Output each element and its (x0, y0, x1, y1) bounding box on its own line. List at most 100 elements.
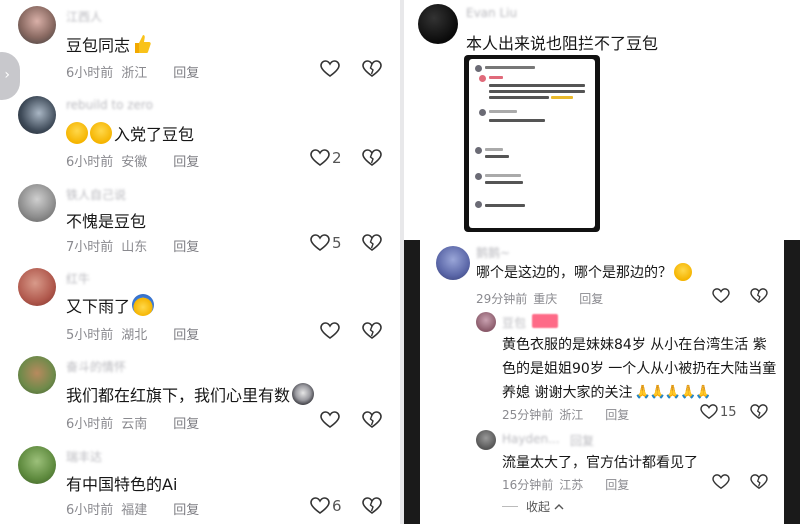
comment-location: 重庆 (533, 292, 558, 306)
like-count: 15 (720, 404, 737, 420)
like-button[interactable]: 5 (310, 234, 342, 252)
reply-button[interactable]: 回复 (173, 499, 199, 518)
dislike-button[interactable] (362, 497, 382, 519)
laughing-crying-emoji-icon (66, 122, 88, 144)
comment-text: 我们都在红旗下，我们心里有数 (66, 382, 315, 406)
dislike-button[interactable] (362, 149, 382, 171)
comment-username[interactable]: 江西人 (66, 8, 102, 25)
comment-text: 流量太大了，官方估计都看见了 (502, 455, 698, 471)
reply-button[interactable]: 回复 (173, 62, 199, 81)
broken-heart-icon[interactable] (750, 404, 768, 420)
comment-text: 又下雨了 (66, 293, 155, 317)
comment-username[interactable]: 鹅鹅~ (476, 244, 510, 261)
comment-username[interactable]: 瑞丰达 (66, 448, 102, 465)
broken-heart-icon (362, 234, 382, 251)
comment-time: 25分钟前 (502, 408, 554, 422)
author-badge (532, 314, 558, 328)
reply-button[interactable]: 回复 (605, 406, 629, 423)
comment-time: 6小时前 (66, 155, 114, 170)
thumbs-up-icon (135, 35, 151, 53)
avatar[interactable] (418, 4, 458, 44)
avatar[interactable] (18, 184, 56, 222)
reply-button[interactable]: 回复 (173, 324, 199, 343)
like-button[interactable] (320, 411, 340, 429)
heart-icon[interactable] (712, 288, 730, 304)
left-comment-panel: › 江西人 豆包同志 6小时前 浙江 回复 rebuild to zero 入党… (0, 0, 400, 524)
comment-time: 5小时前 (66, 328, 114, 343)
laughing-crying-emoji-icon (90, 122, 112, 144)
pray-emoji-icon: 🙏🙏🙏🙏🙏 (634, 384, 711, 400)
dislike-button[interactable] (362, 234, 382, 256)
avatar[interactable] (18, 446, 56, 484)
comment-meta: 6小时前 云南 回复 (66, 413, 199, 432)
like-button[interactable] (320, 322, 340, 340)
like-button[interactable] (320, 60, 340, 78)
comment-text: 本人出来说也阻拦不了豆包 (466, 34, 659, 53)
side-expand-handle[interactable]: › (0, 52, 20, 100)
comment-time: 6小时前 (66, 66, 114, 81)
avatar[interactable] (18, 268, 56, 306)
dislike-button[interactable] (362, 60, 382, 82)
comment-meta: 6小时前 浙江 回复 (66, 62, 199, 81)
broken-heart-icon (362, 149, 382, 166)
comment-text: 不愧是豆包 (66, 212, 147, 231)
broken-heart-icon (362, 322, 382, 339)
like-count: 6 (332, 497, 342, 515)
embedded-thread-content: 鹅鹅~ 哪个是这边的，哪个是那边的？ 29分钟前 重庆 回复 豆包 黄色衣服的是… (420, 240, 784, 524)
comment-location: 福建 (121, 503, 148, 518)
broken-heart-icon[interactable] (750, 288, 768, 304)
dislike-button[interactable] (362, 411, 382, 433)
comment-location: 江苏 (559, 478, 584, 492)
comment-meta: 16分钟前 江苏 回复 (502, 476, 629, 493)
raccoon-emoji-icon (292, 383, 315, 405)
broken-heart-icon (362, 411, 382, 428)
avatar[interactable] (476, 430, 496, 450)
attached-screenshot-image[interactable] (464, 55, 600, 232)
like-button[interactable]: 15 (700, 404, 737, 420)
reply-button[interactable]: 回复 (173, 413, 199, 432)
like-button[interactable]: 2 (310, 149, 342, 167)
collapse-replies-button[interactable]: 收起 (502, 498, 564, 515)
comment-text-line: 黄色衣服的是妹妹84岁 从小在台湾生活 紫 (502, 337, 767, 353)
comment-location: 湖北 (121, 328, 148, 343)
embedded-thread-screenshot: 鹅鹅~ 哪个是这边的，哪个是那边的？ 29分钟前 重庆 回复 豆包 黄色衣服的是… (404, 240, 800, 524)
broken-heart-icon[interactable] (750, 474, 768, 490)
comment-username[interactable]: Hayden... (502, 432, 560, 446)
comment-username[interactable]: Evan Liu (466, 6, 517, 20)
like-count: 5 (332, 234, 342, 252)
heart-icon (700, 404, 718, 420)
dislike-button[interactable] (362, 322, 382, 344)
comment-text: 豆包同志 (66, 32, 152, 56)
comment-username[interactable]: 奋斗的情怀 (66, 358, 126, 375)
comment-time: 29分钟前 (476, 292, 528, 306)
reply-button[interactable]: 回复 (605, 476, 629, 493)
comment-text: 入党了豆包 (66, 121, 194, 145)
avatar[interactable] (18, 96, 56, 134)
comment-text: 养媳 谢谢大家的关注 🙏🙏🙏🙏🙏 (502, 384, 711, 402)
comment-time: 16分钟前 (502, 478, 554, 492)
comment-username[interactable]: 豆包 (502, 314, 526, 331)
reply-button[interactable]: 回复 (173, 236, 199, 255)
comment-time: 6小时前 (66, 417, 114, 432)
comment-location: 浙江 (121, 66, 148, 81)
reply-button[interactable]: 回复 (173, 151, 199, 170)
comment-text-line: 色的是姐姐90岁 一个人从小被扔在大陆当童 (502, 361, 777, 377)
reply-button[interactable]: 回复 (579, 290, 603, 307)
comment-location: 山东 (121, 240, 148, 255)
comment-username[interactable]: 红牛 (66, 270, 90, 287)
avatar[interactable] (476, 312, 496, 332)
comment-meta: 6小时前 安徽 回复 (66, 151, 199, 170)
avatar[interactable] (436, 246, 470, 280)
avatar[interactable] (18, 356, 56, 394)
comment-time: 7小时前 (66, 240, 114, 255)
comment-text: 有中国特色的Ai (66, 475, 178, 494)
like-button[interactable]: 6 (310, 497, 342, 515)
comment-meta: 29分钟前 重庆 回复 (476, 290, 603, 307)
comment-username[interactable]: 铁人自己说 (66, 186, 126, 203)
comment-username[interactable]: rebuild to zero (66, 98, 153, 112)
broken-heart-icon (362, 60, 382, 77)
avatar[interactable] (18, 6, 56, 44)
chevron-right-icon: › (4, 67, 10, 83)
comment-meta: 6小时前 福建 回复 (66, 499, 199, 518)
heart-icon[interactable] (712, 474, 730, 490)
